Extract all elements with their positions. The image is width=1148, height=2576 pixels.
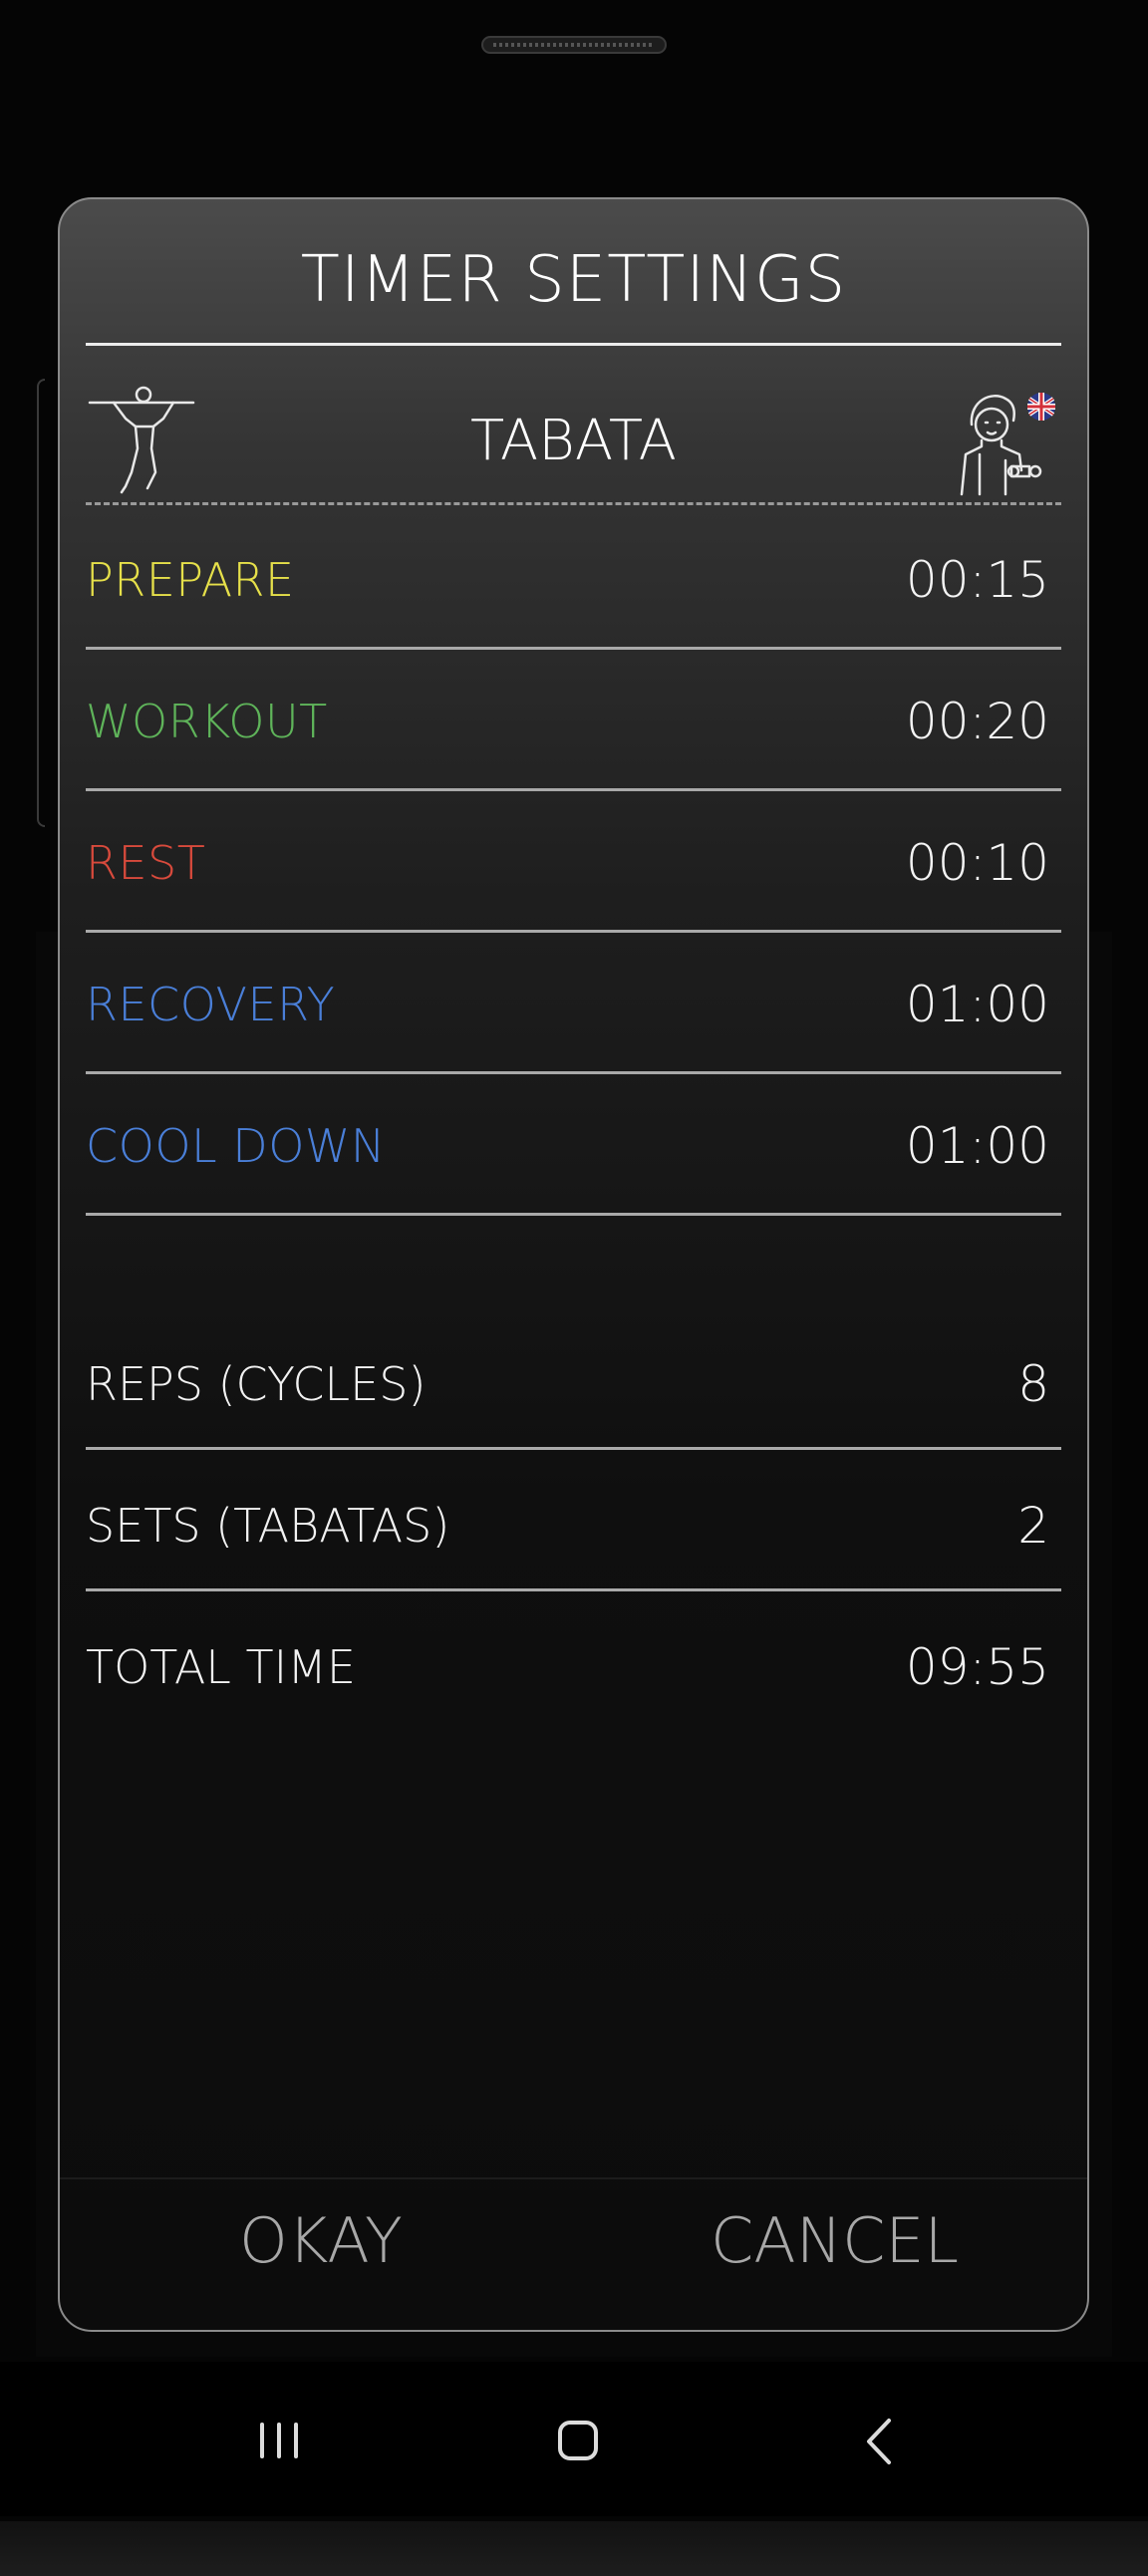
sets-label: SETS (TABATAS) [86, 1499, 450, 1553]
navigation-bar [0, 2362, 1148, 2516]
back-icon[interactable] [845, 2407, 915, 2476]
setting-row-workout[interactable]: WORKOUT 00:20 [86, 647, 1061, 791]
workout-name: TABATA [470, 409, 677, 473]
timer-settings-dialog: TIMER SETTINGS TABATA PREPARE 00:15 WORK… [58, 197, 1089, 2332]
home-icon[interactable] [543, 2407, 613, 2476]
setting-row-prepare[interactable]: PREPARE 00:15 [86, 505, 1061, 650]
setting-value-prepare: 00:15 [905, 551, 1049, 609]
reps-value: 8 [1017, 1355, 1049, 1413]
sets-row[interactable]: SETS (TABATAS) 2 [86, 1447, 1061, 1591]
setting-value-recovery: 01:00 [905, 976, 1049, 1033]
trainer-avatar-uk-flag-icon[interactable] [952, 381, 1061, 500]
setting-label-workout: WORKOUT [86, 695, 328, 748]
setting-value-rest: 00:10 [905, 834, 1049, 892]
title-divider [86, 343, 1061, 346]
setting-row-recovery[interactable]: RECOVERY 01:00 [86, 930, 1061, 1074]
total-time-label: TOTAL TIME [86, 1640, 356, 1694]
dialog-title: TIMER SETTINGS [300, 243, 847, 317]
frame-bottom-edge [0, 2521, 1148, 2576]
reps-row[interactable]: REPS (CYCLES) 8 [86, 1305, 1061, 1450]
sets-value: 2 [1017, 1497, 1049, 1555]
setting-value-cool-down: 01:00 [905, 1117, 1049, 1175]
total-time-row: TOTAL TIME 09:55 [86, 1588, 1061, 1730]
recent-apps-icon[interactable] [244, 2407, 314, 2476]
cancel-button[interactable]: CANCEL [711, 2204, 959, 2277]
setting-value-workout: 00:20 [905, 693, 1049, 750]
button-divider [60, 2177, 1087, 2179]
speaker-grille [481, 36, 667, 54]
setting-label-cool-down: COOL DOWN [86, 1119, 386, 1173]
total-time-value: 09:55 [905, 1638, 1049, 1696]
reps-label: REPS (CYCLES) [86, 1357, 427, 1411]
setting-label-prepare: PREPARE [86, 553, 295, 607]
setting-label-recovery: RECOVERY [86, 978, 336, 1031]
setting-row-rest[interactable]: REST 00:10 [86, 788, 1061, 933]
setting-row-cool-down[interactable]: COOL DOWN 01:00 [86, 1071, 1061, 1216]
workout-header: TABATA [86, 381, 1061, 500]
okay-button[interactable]: OKAY [239, 2204, 403, 2277]
setting-label-rest: REST [86, 836, 206, 890]
side-bezel [37, 379, 45, 827]
